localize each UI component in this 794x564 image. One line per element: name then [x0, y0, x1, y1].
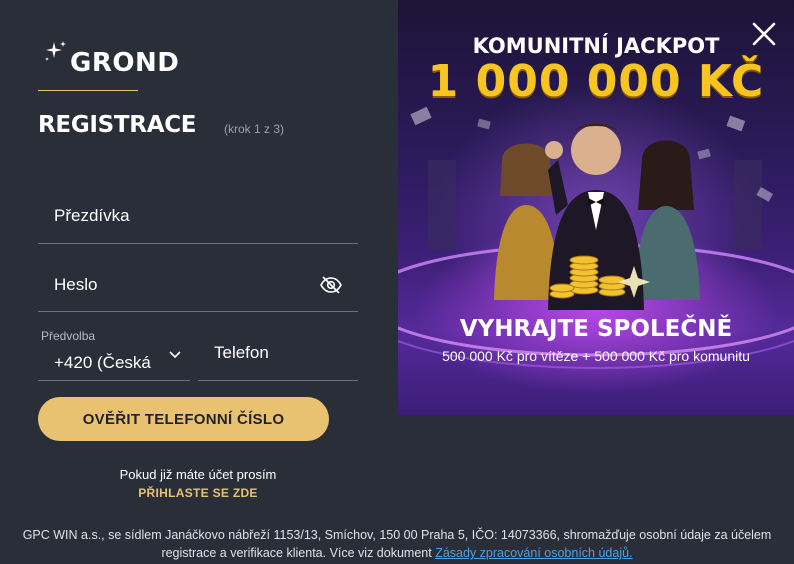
prefix-value: +420 (Česká [54, 353, 151, 372]
phone-placeholder: Telefon [214, 343, 269, 362]
logo-divider [38, 90, 138, 91]
privacy-footer: GPC WIN a.s., se sídlem Janáčkovo nábřež… [20, 526, 774, 562]
phone-field[interactable]: Telefon [198, 326, 358, 381]
jackpot-promo-banner: KOMUNITNÍ JACKPOT 1 000 000 KČ VYHRAJTE … [398, 0, 794, 415]
promo-heading: KOMUNITNÍ JACKPOT [472, 34, 720, 58]
chevron-down-icon [169, 351, 181, 359]
close-icon[interactable] [750, 20, 778, 48]
footer-text: GPC WIN a.s., se sídlem Janáčkovo nábřež… [22, 528, 772, 560]
prefix-label: Předvolba [41, 329, 96, 343]
eye-slash-icon[interactable] [320, 276, 342, 294]
step-indicator: (krok 1 z 3) [224, 122, 285, 136]
brand-logo: GROND [44, 40, 184, 80]
password-field[interactable]: Heslo [38, 258, 358, 312]
nickname-placeholder: Přezdívka [54, 206, 130, 225]
login-link[interactable]: PŘIHLASTE SE ZDE [38, 486, 358, 500]
login-prompt: Pokud již máte účet prosím [119, 467, 277, 482]
page-title: REGISTRACE [38, 112, 197, 138]
nickname-field[interactable]: Přezdívka [38, 190, 358, 244]
brand-name: GROND [70, 48, 180, 78]
promo-win-title: VYHRAJTE SPOLEČNĚ [459, 316, 733, 342]
promo-subtitle: 500 000 Kč pro vítěze + 500 000 Kč pro k… [442, 348, 750, 364]
privacy-policy-link[interactable]: Zásady zpracování osobních údajů. [435, 546, 632, 560]
sparkle-icon [45, 41, 66, 61]
verify-phone-button[interactable]: OVĚŘIT TELEFONNÍ ČÍSLO [38, 397, 329, 441]
password-placeholder: Heslo [54, 275, 98, 294]
jackpot-amount: 1 000 000 KČ [427, 56, 765, 107]
country-prefix-select[interactable]: Předvolba +420 (Česká [38, 326, 190, 381]
